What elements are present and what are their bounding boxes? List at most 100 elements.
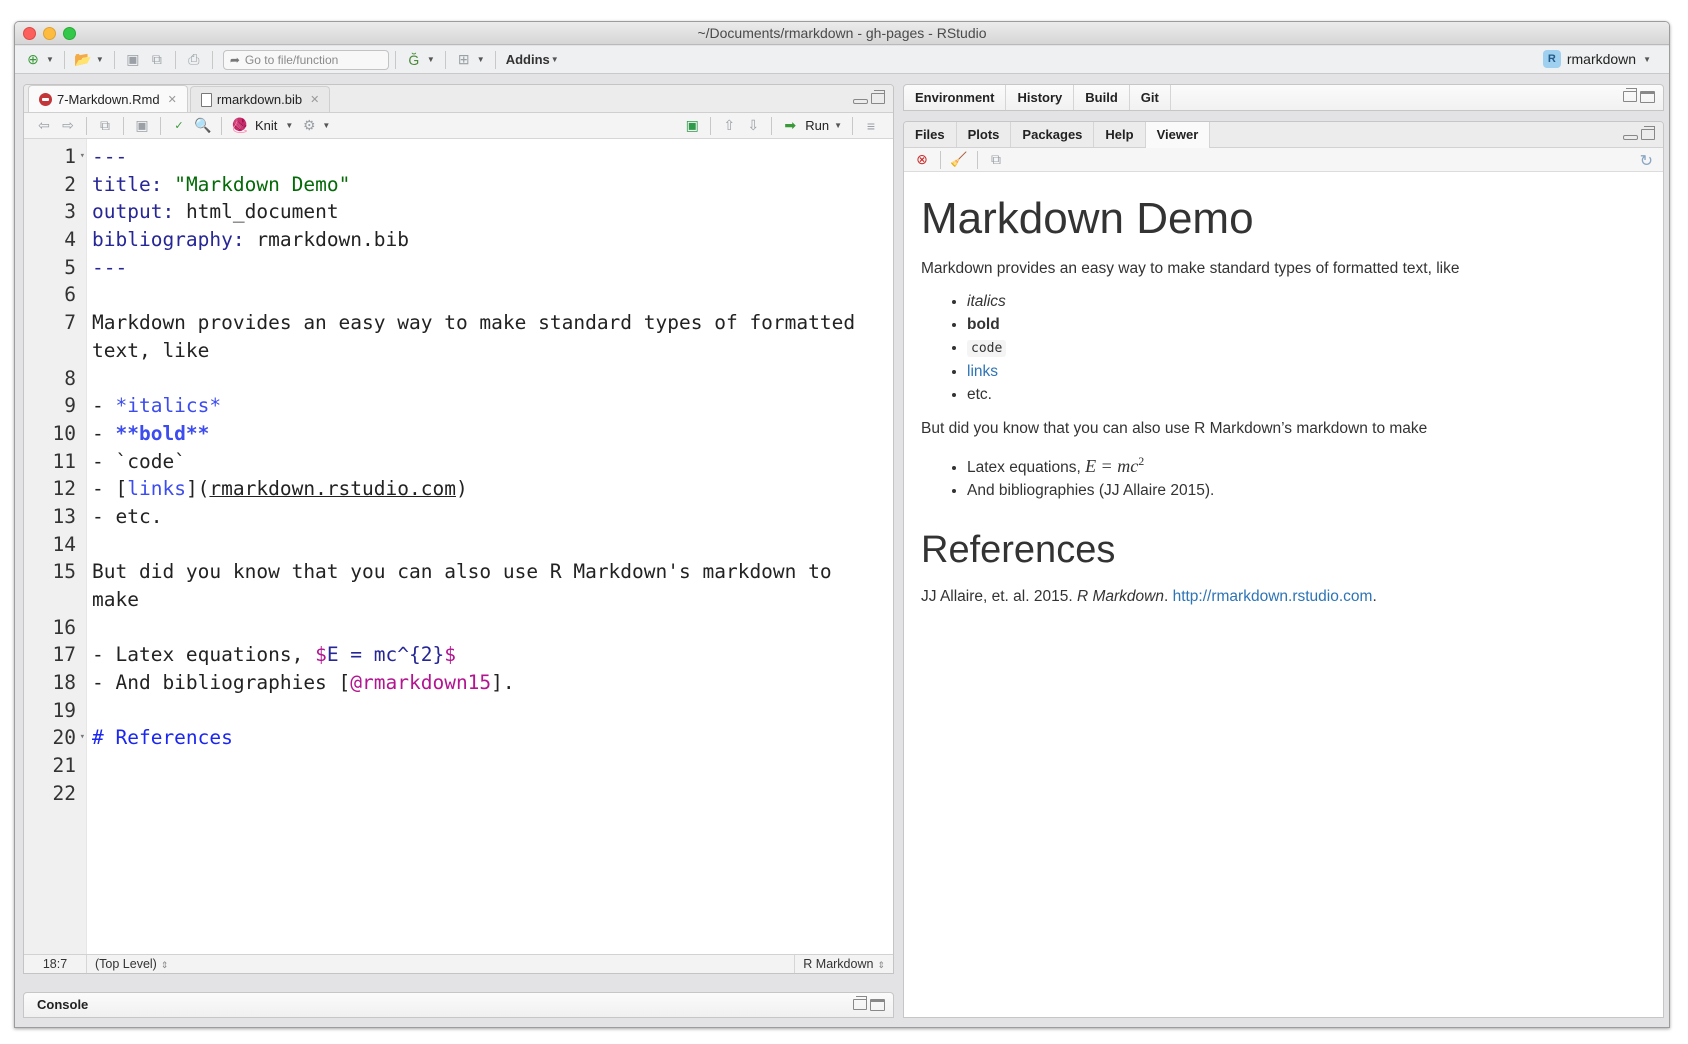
save-icon[interactable]: ▣ (123, 50, 143, 70)
toolbar-separator (63, 50, 65, 69)
clear-viewer-icon[interactable]: ⊗ (912, 150, 932, 170)
yaml-value: html_document (185, 200, 339, 224)
md-link-url[interactable]: rmarkdown.rstudio.com (209, 477, 456, 500)
restore-pane-button[interactable] (871, 90, 885, 104)
print-icon[interactable]: ⎙ (184, 50, 204, 70)
link[interactable]: links (967, 363, 998, 380)
next-chunk-icon[interactable]: ⇩ (743, 116, 763, 136)
maximize-pane-button[interactable] (1640, 91, 1655, 103)
math-expression: E = mc^{2} (326, 643, 445, 667)
main-toolbar: ⊕ ▼ 📂 ▼ ▣ ⧉ ⎙ ➦ Go to file/function Ğ ▼ ⊞ ▼ … (15, 46, 1669, 74)
code-editor[interactable]: 1 ▾ 2 3 4 5 6 7 8 9 10 11 12 13 14 15 16 17 18 19 20 ▾ 21 22 --… (24, 139, 893, 955)
line-number: 7 (64, 311, 76, 335)
console-label: Console (37, 997, 89, 1012)
save-all-icon[interactable]: ⧉ (147, 50, 167, 70)
inline-code: code (967, 340, 1007, 357)
restore-pane-button[interactable] (1623, 88, 1637, 102)
ref-url-link[interactable]: http://rmarkdown.rstudio.com (1173, 588, 1373, 605)
settings-dropdown[interactable]: ▼ (322, 121, 330, 130)
toolbar-separator (174, 50, 176, 69)
tab-rmarkdown-bib[interactable]: rmarkdown.bib ✕ (189, 86, 331, 112)
close-icon[interactable]: ✕ (310, 93, 319, 106)
toolbar-separator (940, 150, 941, 169)
tab-history[interactable]: History (1006, 85, 1075, 110)
viewer-pane-tabs: Files Plots Packages Help Viewer (904, 122, 1663, 149)
open-file-dropdown[interactable]: ▼ (96, 55, 104, 64)
git-icon[interactable]: Ğ (404, 50, 424, 70)
list-item: bold (967, 313, 1643, 336)
insert-chunk-icon[interactable]: ▣ (682, 116, 702, 136)
md-text: ) (455, 477, 468, 501)
knit-icon[interactable]: 🧶 (230, 116, 250, 136)
grid-layout-icon[interactable]: ⊞ (454, 50, 474, 70)
code-line: --- (92, 254, 893, 282)
run-button[interactable]: Run (805, 118, 829, 133)
fold-toggle-icon[interactable]: ▾ (80, 724, 85, 752)
open-folder-icon[interactable]: 📂 (73, 50, 93, 70)
restore-pane-button[interactable] (1641, 126, 1655, 140)
show-in-window-icon[interactable]: ⧉ (95, 116, 115, 136)
zoom-window-button[interactable] (63, 27, 76, 40)
toolbar-separator (394, 50, 396, 69)
back-arrow-icon[interactable]: ⇦ (34, 116, 54, 136)
close-window-button[interactable] (23, 27, 36, 40)
save-icon[interactable]: ▣ (132, 116, 152, 136)
close-icon[interactable]: ✕ (168, 93, 177, 106)
project-icon: R (1542, 50, 1561, 68)
editor-status-bar: 18:7 (Top Level) ⇕ R Markdown ⇕ (24, 954, 893, 973)
tab-help[interactable]: Help (1094, 122, 1146, 147)
new-file-dropdown[interactable]: ▼ (46, 55, 54, 64)
line-number: 15 (52, 560, 76, 584)
code-lines[interactable]: --- title: "Markdown Demo" output: html_… (87, 139, 893, 955)
yaml-delimiter: --- (92, 145, 128, 168)
file-type-label: R Markdown (803, 957, 874, 971)
italic-text: italics (967, 293, 1006, 310)
minimize-pane-button[interactable] (1623, 135, 1638, 140)
tab-viewer[interactable]: Viewer (1145, 122, 1211, 149)
toolbar-separator (771, 116, 773, 135)
spellcheck-icon[interactable]: ✓ (169, 116, 189, 136)
tab-files[interactable]: Files (904, 122, 957, 147)
tab-plots[interactable]: Plots (957, 122, 1012, 147)
text-file-icon (200, 92, 212, 107)
minimize-pane-button[interactable] (853, 99, 868, 104)
go-to-file-input[interactable]: ➦ Go to file/function (222, 49, 389, 70)
toolbar-separator (221, 116, 222, 135)
addins-dropdown[interactable]: ▼ (551, 55, 559, 64)
new-file-icon[interactable]: ⊕ (23, 50, 43, 70)
fold-toggle-icon[interactable]: ▾ (80, 143, 85, 171)
outline-icon[interactable]: ≡ (861, 116, 881, 136)
run-icon[interactable]: ➡ (780, 116, 800, 136)
minimize-window-button[interactable] (43, 27, 56, 40)
tab-7-markdown-rmd[interactable]: 7-Markdown.Rmd ✕ (28, 85, 188, 112)
scope-selector[interactable]: (Top Level) ⇕ (87, 957, 168, 971)
previous-chunk-icon[interactable]: ⇧ (719, 116, 739, 136)
forward-arrow-icon[interactable]: ⇨ (58, 116, 78, 136)
editor-tabs: 7-Markdown.Rmd ✕ rmarkdown.bib ✕ (24, 85, 893, 113)
run-dropdown[interactable]: ▼ (834, 121, 842, 130)
vcs-dropdown[interactable]: ▼ (427, 55, 435, 64)
addins-menu[interactable]: Addins (506, 52, 550, 67)
refresh-icon[interactable]: ↻ (1640, 151, 1653, 171)
broom-icon[interactable]: 🧹 (949, 150, 969, 170)
go-to-file-placeholder: Go to file/function (244, 52, 339, 67)
restore-pane-button[interactable] (853, 996, 867, 1010)
tab-packages[interactable]: Packages (1011, 122, 1095, 147)
md-text: - And bibliographies [ (92, 671, 351, 695)
console-pane-header[interactable]: Console (23, 992, 894, 1018)
file-type-selector[interactable]: R Markdown ⇕ (794, 955, 893, 973)
knit-button[interactable]: Knit (255, 118, 277, 133)
tab-git[interactable]: Git (1130, 85, 1171, 110)
layout-dropdown[interactable]: ▼ (477, 55, 485, 64)
gear-icon[interactable]: ⚙ (299, 116, 319, 136)
project-menu[interactable]: R rmarkdown ▼ (1542, 50, 1655, 68)
md-bold: **bold** (115, 421, 210, 445)
tab-environment[interactable]: Environment (904, 85, 1007, 110)
search-icon[interactable]: 🔍 (193, 116, 213, 136)
maximize-pane-button[interactable] (870, 999, 885, 1011)
show-in-window-icon[interactable]: ⧉ (986, 150, 1006, 170)
tab-build[interactable]: Build (1074, 85, 1130, 110)
line-number: 22 (52, 781, 76, 805)
knit-dropdown[interactable]: ▼ (285, 121, 293, 130)
